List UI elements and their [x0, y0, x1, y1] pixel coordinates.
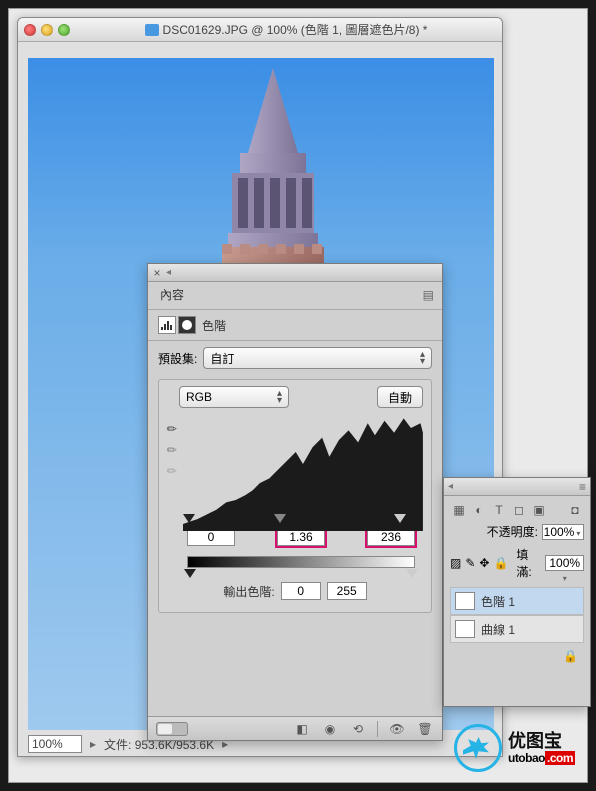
white-point-eyedropper[interactable]: ✎ [164, 462, 181, 479]
output-label: 輸出色階: [223, 583, 274, 600]
lock-pixels-icon[interactable]: ✎ [465, 556, 475, 570]
titlebar: DSC01629.JPG @ 100% (色階 1, 圖層遮色片/8) * [18, 18, 502, 42]
highlight-slider-handle[interactable] [394, 514, 406, 523]
black-point-eyedropper[interactable]: ✎ [164, 420, 181, 437]
adjustment-type-label: 色階 [202, 317, 226, 334]
layer-row[interactable]: 曲線 1 [450, 615, 584, 643]
window-title: DSC01629.JPG @ 100% (色階 1, 圖層遮色片/8) * [163, 21, 428, 38]
input-slider[interactable] [187, 514, 415, 522]
nav-icon[interactable]: ▸ [90, 737, 96, 751]
filter-adjust-icon[interactable]: ◐ [470, 502, 488, 518]
panel-menu-button[interactable]: ≡ [579, 480, 586, 494]
layer-filter-row: ▦ ◐ T ◻ ▣ ◘ [450, 500, 584, 520]
filter-pixel-icon[interactable]: ▦ [450, 502, 468, 518]
panel-collapse-button[interactable]: × [152, 268, 162, 278]
layer-thumb [455, 592, 475, 610]
zoom-window-button[interactable] [58, 24, 70, 36]
filter-smart-icon[interactable]: ▣ [530, 502, 548, 518]
opacity-label: 不透明度: [487, 523, 538, 540]
fill-label: 填滿: [516, 546, 541, 580]
app-frame: DSC01629.JPG @ 100% (色階 1, 圖層遮色片/8) * [8, 8, 588, 783]
preset-select[interactable]: 自訂 ▴▾ [203, 347, 432, 369]
select-caret-icon: ▴▾ [277, 390, 282, 404]
lock-icon: 🔒 [563, 649, 578, 663]
layer-row[interactable]: 色階 1 [450, 587, 584, 615]
layers-panel: ◂ ≡ ▦ ◐ T ◻ ▣ ◘ 不透明度: 100%▾ ▨ ✎ ✥ 🔒 [443, 477, 591, 707]
layer-thumb [455, 620, 475, 638]
filter-toggle-icon[interactable]: ◘ [566, 502, 584, 518]
output-gradient[interactable] [187, 556, 415, 568]
watermark-brand: 优图宝 [508, 732, 575, 750]
close-window-button[interactable] [24, 24, 36, 36]
panel-menu-button[interactable]: ▤ [423, 288, 434, 302]
panel-toggle[interactable] [156, 722, 188, 736]
filter-shape-icon[interactable]: ◻ [510, 502, 528, 518]
adjustment-mask-icon[interactable] [178, 316, 196, 334]
lock-all-icon[interactable]: 🔒 [493, 556, 508, 570]
properties-panel: × ◂ 內容 ▤ 色階 預設集: 自訂 ▴▾ RGB [147, 263, 443, 741]
lock-position-icon[interactable]: ✥ [479, 556, 489, 570]
watermark-logo-icon [454, 724, 502, 772]
shadow-slider-handle[interactable] [183, 514, 195, 523]
watermark: 优图宝 utobao.com [454, 724, 575, 772]
output-highlight-handle[interactable] [406, 569, 418, 578]
chevron-left-icon[interactable]: ◂ [448, 481, 453, 492]
visibility-icon[interactable]: 👁 [388, 720, 406, 738]
levels-group: RGB ▴▾ 自動 ✎ ✎ ✎ [158, 379, 432, 613]
panel-footer: ◧ ◉ ⟲ 👁 🗑 [148, 716, 442, 740]
channel-select[interactable]: RGB ▴▾ [179, 386, 289, 408]
channel-value: RGB [186, 390, 212, 404]
histogram [183, 416, 423, 512]
minimize-window-button[interactable] [41, 24, 53, 36]
properties-tab[interactable]: 內容 [160, 286, 184, 303]
reset-icon[interactable]: ⟲ [349, 720, 367, 738]
clip-to-layer-icon[interactable]: ◧ [293, 720, 311, 738]
layer-name: 曲線 1 [481, 621, 515, 638]
preset-value: 自訂 [210, 350, 234, 367]
output-shadow-handle[interactable] [184, 569, 196, 578]
auto-button[interactable]: 自動 [377, 386, 423, 408]
preset-label: 預設集: [158, 350, 197, 367]
file-icon [145, 24, 159, 36]
zoom-field[interactable]: 100% [28, 735, 82, 753]
layer-name: 色階 1 [481, 593, 515, 610]
gray-point-eyedropper[interactable]: ✎ [164, 441, 181, 458]
lock-transparency-icon[interactable]: ▨ [450, 556, 461, 570]
fill-field[interactable]: 100%▾ [545, 555, 584, 571]
adjustment-levels-icon[interactable] [158, 316, 176, 334]
filter-type-icon[interactable]: T [490, 502, 508, 518]
output-lo-input[interactable]: 0 [281, 582, 321, 600]
opacity-field[interactable]: 100%▾ [542, 524, 584, 540]
view-previous-icon[interactable]: ◉ [321, 720, 339, 738]
output-hi-input[interactable]: 255 [327, 582, 367, 600]
chevron-left-icon[interactable]: ◂ [166, 267, 171, 278]
select-caret-icon: ▴▾ [420, 351, 425, 365]
delete-icon[interactable]: 🗑 [416, 720, 434, 738]
midtone-slider-handle[interactable] [274, 514, 286, 523]
watermark-domain: utobao.com [508, 750, 575, 765]
